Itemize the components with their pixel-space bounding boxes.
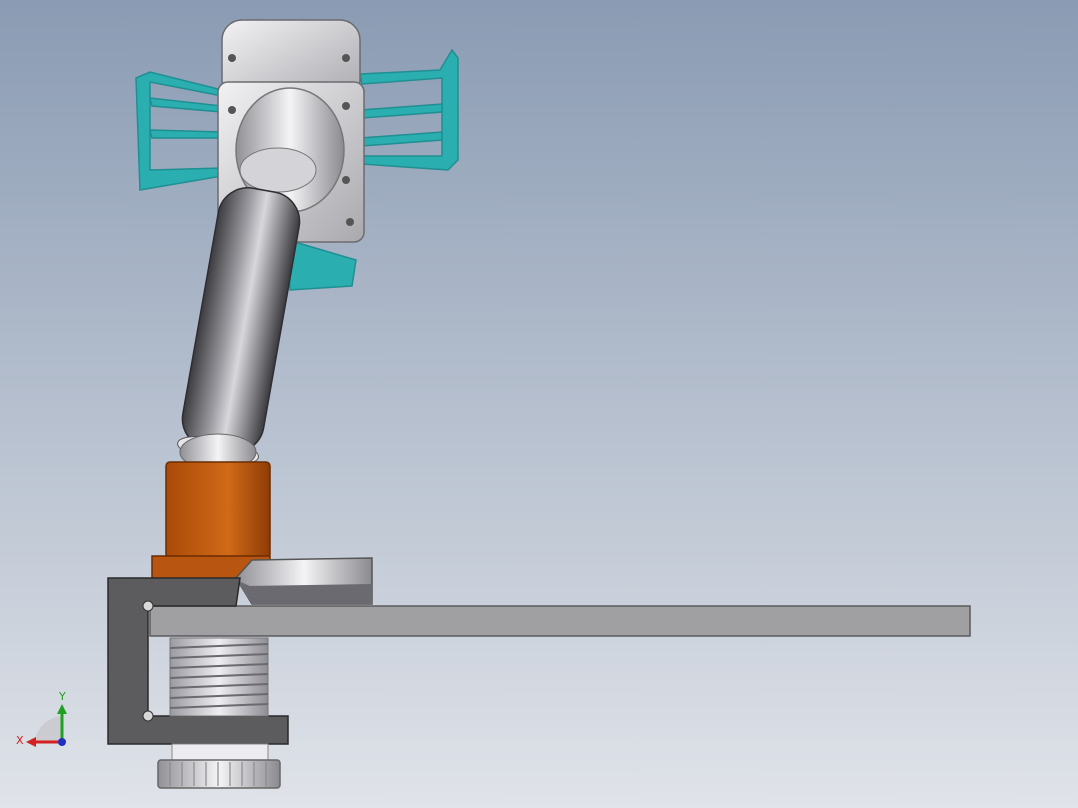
y-axis-label: Y xyxy=(58,690,66,703)
cad-viewport[interactable]: Y X xyxy=(0,0,1078,808)
model-canvas: Y X xyxy=(0,0,1078,808)
screw-icon xyxy=(342,102,350,110)
screw-icon xyxy=(346,218,354,226)
screw-icon xyxy=(342,54,350,62)
x-axis-label: X xyxy=(16,734,24,747)
hole-icon xyxy=(142,600,154,612)
table-plate[interactable] xyxy=(149,605,971,637)
clamp-pad[interactable] xyxy=(235,557,373,605)
viewport-background xyxy=(0,0,1078,808)
knurled-knob[interactable] xyxy=(157,759,281,789)
hole-icon xyxy=(142,710,154,722)
screw-icon xyxy=(228,106,236,114)
z-axis-dot xyxy=(58,738,66,746)
screw-icon xyxy=(228,54,236,62)
screw-icon xyxy=(342,176,350,184)
